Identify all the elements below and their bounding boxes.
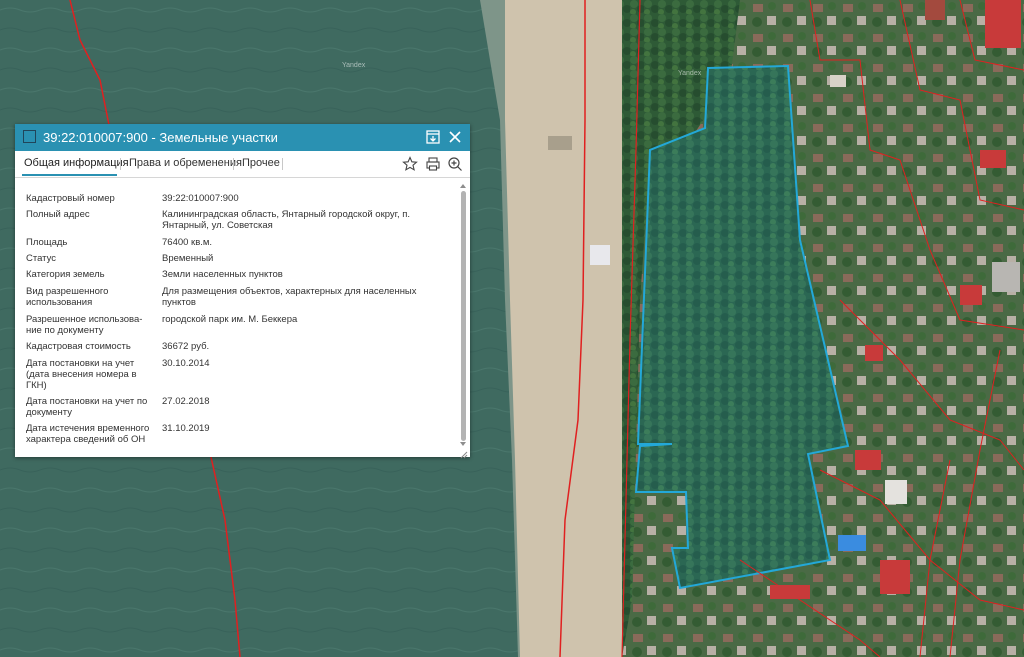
- tab-separator: [233, 158, 234, 170]
- row-value: 76400 кв.м.: [162, 237, 213, 248]
- resize-handle-icon[interactable]: [459, 446, 468, 459]
- scroll-up-arrow[interactable]: [460, 184, 466, 188]
- row-label: Дата постановки на учет по документу: [26, 396, 148, 418]
- beach-area: [505, 0, 640, 657]
- close-icon[interactable]: [447, 129, 463, 145]
- attributes-table: Кадастровый номер 39:22:010007:900 Полны…: [15, 178, 461, 454]
- row-value: 31.10.2019: [162, 423, 210, 434]
- row-value: 39:22:010007:900: [162, 193, 239, 204]
- row-label: Дата постановки на учет (дата внесения н…: [26, 358, 137, 391]
- tab-bar: Общая информация Права и обременения Про…: [15, 151, 470, 178]
- row-value: Земли населенных пунктов: [162, 269, 283, 280]
- tab-general-info[interactable]: Общая информация: [24, 157, 129, 169]
- row-label: Разрешенное использова-ние по документу: [26, 314, 143, 336]
- row-value: Для размещения объектов, характерных для…: [162, 286, 417, 308]
- map-watermark: Yandex: [342, 62, 366, 69]
- panel-title: 39:22:010007:900 - Земельные участки: [43, 130, 278, 145]
- row-value: Калининградская область, Янтарный городс…: [162, 209, 411, 231]
- row-label: Полный адрес: [26, 209, 90, 220]
- row-value: 27.02.2018: [162, 396, 210, 407]
- tab-separator: [120, 158, 121, 170]
- scrollbar-thumb[interactable]: [461, 191, 466, 441]
- tab-other[interactable]: Прочее: [242, 157, 280, 169]
- row-label: Вид разрешенного использования: [26, 286, 109, 308]
- tab-separator: [282, 158, 283, 170]
- row-label: Кадастровый номер: [26, 193, 115, 204]
- star-icon[interactable]: [402, 156, 418, 172]
- row-value: 30.10.2014: [162, 358, 210, 369]
- map-watermark: Yandex: [678, 70, 702, 77]
- row-label: Площадь: [26, 237, 68, 248]
- parcel-info-panel: 39:22:010007:900 - Земельные участки Общ…: [15, 124, 470, 459]
- select-checkbox[interactable]: [23, 130, 36, 143]
- zoom-in-icon[interactable]: [447, 156, 463, 172]
- row-label: Категория земель: [26, 269, 105, 280]
- row-value: Временный: [162, 253, 214, 264]
- panel-header: 39:22:010007:900 - Земельные участки: [15, 124, 470, 151]
- pin-panel-icon[interactable]: [425, 129, 441, 145]
- tab-rights[interactable]: Права и обременения: [129, 157, 242, 169]
- row-label: Статус: [26, 253, 57, 264]
- row-label: Дата истечения временного характера свед…: [26, 423, 150, 445]
- printer-icon[interactable]: [425, 156, 441, 172]
- row-value: городской парк им. М. Беккера: [162, 314, 298, 325]
- active-tab-indicator: [22, 174, 117, 176]
- row-value: 36672 руб.: [162, 341, 210, 352]
- row-label: Кадастровая стоимость: [26, 341, 131, 352]
